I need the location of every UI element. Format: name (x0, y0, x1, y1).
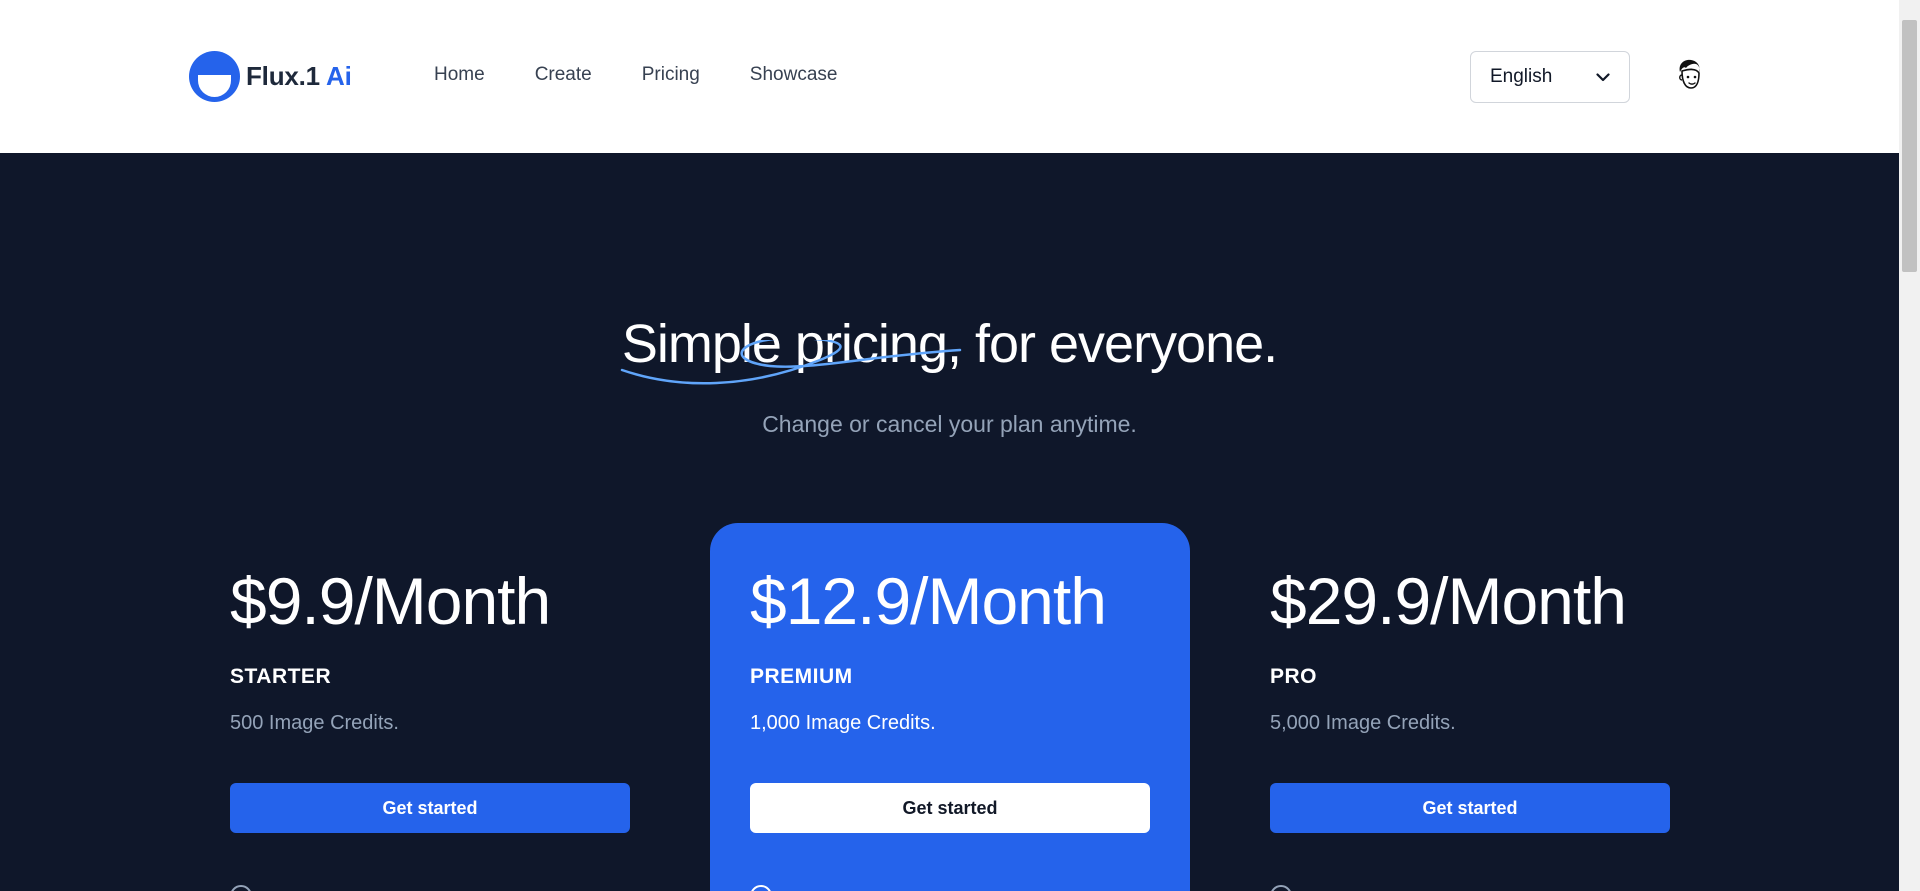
get-started-button[interactable]: Get started (230, 783, 630, 833)
logo-text-main: Flux.1 (246, 61, 320, 91)
scrollbar-thumb[interactable] (1902, 20, 1917, 272)
nav-pricing[interactable]: Pricing (642, 64, 700, 86)
get-started-button[interactable]: Get started (750, 783, 1150, 833)
main-nav: Home Create Pricing Showcase (434, 64, 837, 86)
plan-price: $9.9/Month (230, 564, 551, 638)
logo-icon (189, 51, 240, 102)
avatar-icon[interactable] (1674, 58, 1704, 92)
page-scrollbar[interactable] (1899, 0, 1920, 891)
plan-tier: STARTER (230, 665, 332, 688)
language-select-value: English (1490, 66, 1553, 87)
get-started-button[interactable]: Get started (1270, 783, 1670, 833)
plan-credits: 1,000 Image Credits. (750, 712, 936, 734)
plan-card-starter: $9.9/Month STARTER 500 Image Credits. Ge… (190, 523, 670, 891)
language-select[interactable]: English (1470, 51, 1630, 103)
plan-tier: PREMIUM (750, 665, 853, 688)
check-circle-icon (230, 885, 252, 891)
check-circle-icon (750, 885, 772, 891)
plan-tier: PRO (1270, 665, 1318, 688)
plan-price: $12.9/Month (750, 564, 1107, 638)
check-circle-icon (1270, 885, 1292, 891)
nav-create[interactable]: Create (535, 64, 592, 86)
plan-credits: 5,000 Image Credits. (1270, 712, 1456, 734)
site-header: Flux.1 Ai Home Create Pricing Showcase E… (0, 0, 1899, 153)
plan-card-pro: $29.9/Month PRO 5,000 Image Credits. Get… (1230, 523, 1710, 891)
chevron-down-icon (1596, 72, 1610, 81)
nav-showcase[interactable]: Showcase (750, 64, 838, 86)
plan-credits: 500 Image Credits. (230, 712, 399, 734)
plan-price: $29.9/Month (1270, 564, 1627, 638)
nav-home[interactable]: Home (434, 64, 485, 86)
plan-card-premium: $12.9/Month PREMIUM 1,000 Image Credits.… (710, 523, 1190, 891)
page-subtitle: Change or cancel your plan anytime. (762, 411, 1137, 437)
logo[interactable]: Flux.1 Ai (189, 51, 352, 102)
logo-text-accent: Ai (326, 61, 352, 91)
logo-text: Flux.1 Ai (246, 61, 352, 92)
title-underline-decoration (620, 340, 962, 385)
